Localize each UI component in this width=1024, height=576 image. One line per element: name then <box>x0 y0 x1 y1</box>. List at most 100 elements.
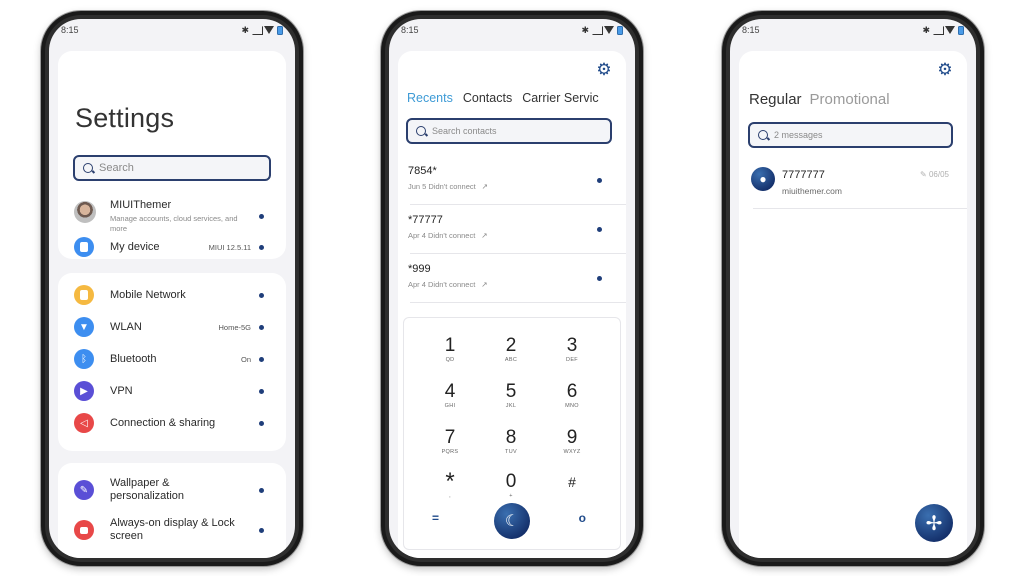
tab-regular[interactable]: Regular <box>749 91 802 108</box>
compose-button[interactable]: ✢ <box>915 504 953 542</box>
settings-item-always-on-display[interactable]: Always-on display & Lock screen <box>58 515 286 545</box>
key-letters: DEF <box>566 357 578 363</box>
call-detail-dot-icon[interactable] <box>597 227 602 232</box>
search-icon <box>83 163 93 173</box>
dialpad-key[interactable]: 0 + <box>481 472 541 500</box>
menu-icon[interactable]: = <box>432 511 439 525</box>
dialpad-key[interactable]: 8 TUV <box>481 428 541 456</box>
item-label: WLAN <box>110 321 142 333</box>
wifi-icon: ▼ <box>74 317 94 337</box>
gear-icon[interactable]: ⚙ <box>937 61 953 78</box>
key-digit: 6 <box>566 381 578 402</box>
dialpad-key[interactable]: # <box>542 472 602 493</box>
bluetooth-status-icon: ✱ <box>241 24 249 35</box>
sim-icon <box>74 285 94 305</box>
key-digit: 2 <box>505 335 517 356</box>
call-number: *999 <box>408 263 431 275</box>
screenshot-stage: 8:15 ✱ Settings Search MIUIThemer Manage… <box>0 0 1024 576</box>
signal-icon <box>933 26 942 34</box>
call-button[interactable]: ☾ <box>494 503 530 539</box>
gear-icon[interactable]: ⚙ <box>596 61 612 78</box>
dialpad: 1 QD 2 ABC 3 DEF 4 GHI 5 JKL 6 MNO 7 PQRS 8 TUV 9 WXYZ *, 0… <box>403 317 621 550</box>
tab-promotional[interactable]: Promotional <box>810 91 890 108</box>
wifi-status-icon <box>604 26 614 34</box>
messages-tabs: Regular Promotional <box>749 91 890 108</box>
search-placeholder: Search <box>99 162 134 174</box>
chevron-dot-icon <box>259 357 264 362</box>
dialpad-key[interactable]: 5 JKL <box>481 382 541 410</box>
contact-avatar-icon: ● <box>751 167 775 191</box>
key-digit: * <box>445 468 455 495</box>
key-letters: , <box>449 493 451 499</box>
phone-icon <box>74 237 94 257</box>
chevron-dot-icon <box>259 421 264 426</box>
thread-name: 7777777 <box>782 169 825 181</box>
message-thread-row[interactable]: ● 7777777 miuithemer.com ✎ 06/05 <box>739 161 967 209</box>
chevron-dot-icon <box>259 214 264 219</box>
key-letters: + <box>509 493 513 499</box>
settings-search-input[interactable]: Search <box>73 155 271 181</box>
item-label: My device <box>110 241 160 253</box>
outgoing-arrow-icon: ↗ <box>481 280 488 289</box>
bluetooth-icon: ᛒ <box>74 349 94 369</box>
chevron-dot-icon <box>259 293 264 298</box>
key-letters: QD <box>445 357 455 363</box>
search-contacts-input[interactable]: Search contacts <box>406 118 612 144</box>
key-digit: 3 <box>566 335 578 356</box>
settings-item-connection-sharing[interactable]: ◁ Connection & sharing <box>58 411 286 435</box>
battery-icon <box>277 25 283 35</box>
tab-contacts[interactable]: Contacts <box>463 91 512 105</box>
dialpad-key[interactable]: *, <box>420 468 480 500</box>
status-icons: ✱ <box>922 25 964 36</box>
call-log-row[interactable]: *999 Apr 4 Didn't connect ↗ <box>398 255 626 303</box>
status-time: 8:15 <box>61 25 79 35</box>
call-meta-text: Apr 4 Didn't connect <box>408 231 476 240</box>
item-label: Connection & sharing <box>110 417 216 429</box>
settings-item-wlan[interactable]: ▼ WLAN Home-5G <box>58 315 286 339</box>
dialpad-key[interactable]: 2 ABC <box>481 335 541 364</box>
item-label: Always-on display & Lock screen <box>110 517 235 542</box>
status-time: 8:15 <box>401 25 419 35</box>
search-placeholder: 2 messages <box>774 130 823 140</box>
share-icon: ◁ <box>74 413 94 433</box>
settings-item-bluetooth[interactable]: ᛒ Bluetooth On <box>58 347 286 371</box>
dialpad-key[interactable]: 6 MNO <box>542 381 602 410</box>
settings-item-my-device[interactable]: My device MIUI 12.5.11 <box>58 235 286 259</box>
key-digit: # <box>568 474 576 490</box>
hide-dialpad-icon[interactable]: o <box>579 511 586 525</box>
status-bar: 8:15 ✱ <box>730 19 976 41</box>
thread-date-text: 06/05 <box>928 170 949 179</box>
phone-dialer: 8:15 ✱ ⚙ Recents Contacts Carrier Servic <box>381 11 643 566</box>
call-detail-dot-icon[interactable] <box>597 276 602 281</box>
settings-item-vpn[interactable]: ▶ VPN <box>58 379 286 403</box>
account-row[interactable]: MIUIThemer Manage accounts, cloud servic… <box>58 193 286 233</box>
search-messages-input[interactable]: 2 messages <box>748 122 953 148</box>
personalization-card: ✎ Wallpaper & personalization Always-on … <box>58 463 286 558</box>
tab-recents[interactable]: Recents <box>407 91 453 105</box>
outgoing-arrow-icon: ↗ <box>481 231 488 240</box>
phone-messages: 8:15 ✱ ⚙ Regular Promotional 2 messages <box>722 11 984 566</box>
call-log-row[interactable]: *77777 Apr 4 Didn't connect ↗ <box>398 206 626 254</box>
avatar <box>74 201 96 223</box>
account-label: MIUIThemer Manage accounts, cloud servic… <box>110 199 240 233</box>
thread-preview: miuithemer.com <box>782 186 842 196</box>
settings-item-wallpaper[interactable]: ✎ Wallpaper & personalization <box>58 475 286 505</box>
call-log-row[interactable]: 7854* Jun 5 Didn't connect ↗ <box>398 157 626 205</box>
dialpad-key[interactable]: 7 PQRS <box>420 428 480 456</box>
call-meta-text: Jun 5 Didn't connect <box>408 182 476 191</box>
call-detail-dot-icon[interactable] <box>597 178 602 183</box>
dialpad-key[interactable]: 4 GHI <box>420 382 480 410</box>
call-number: 7854* <box>408 165 437 177</box>
phone-settings: 8:15 ✱ Settings Search MIUIThemer Manage… <box>41 11 303 566</box>
item-value: MIUI 12.5.11 <box>208 243 251 252</box>
key-digit: 1 <box>444 335 456 356</box>
tab-carrier-services[interactable]: Carrier Servic <box>522 91 598 105</box>
dialpad-key[interactable]: 1 QD <box>420 335 480 364</box>
settings-item-mobile-network[interactable]: Mobile Network <box>58 283 286 307</box>
signal-icon <box>592 26 601 34</box>
battery-icon <box>617 25 623 35</box>
item-label: Wallpaper & personalization <box>110 477 184 502</box>
settings-header-card: Settings Search MIUIThemer Manage accoun… <box>58 51 286 259</box>
dialpad-key[interactable]: 9 WXYZ <box>542 428 602 456</box>
dialpad-key[interactable]: 3 DEF <box>542 335 602 364</box>
